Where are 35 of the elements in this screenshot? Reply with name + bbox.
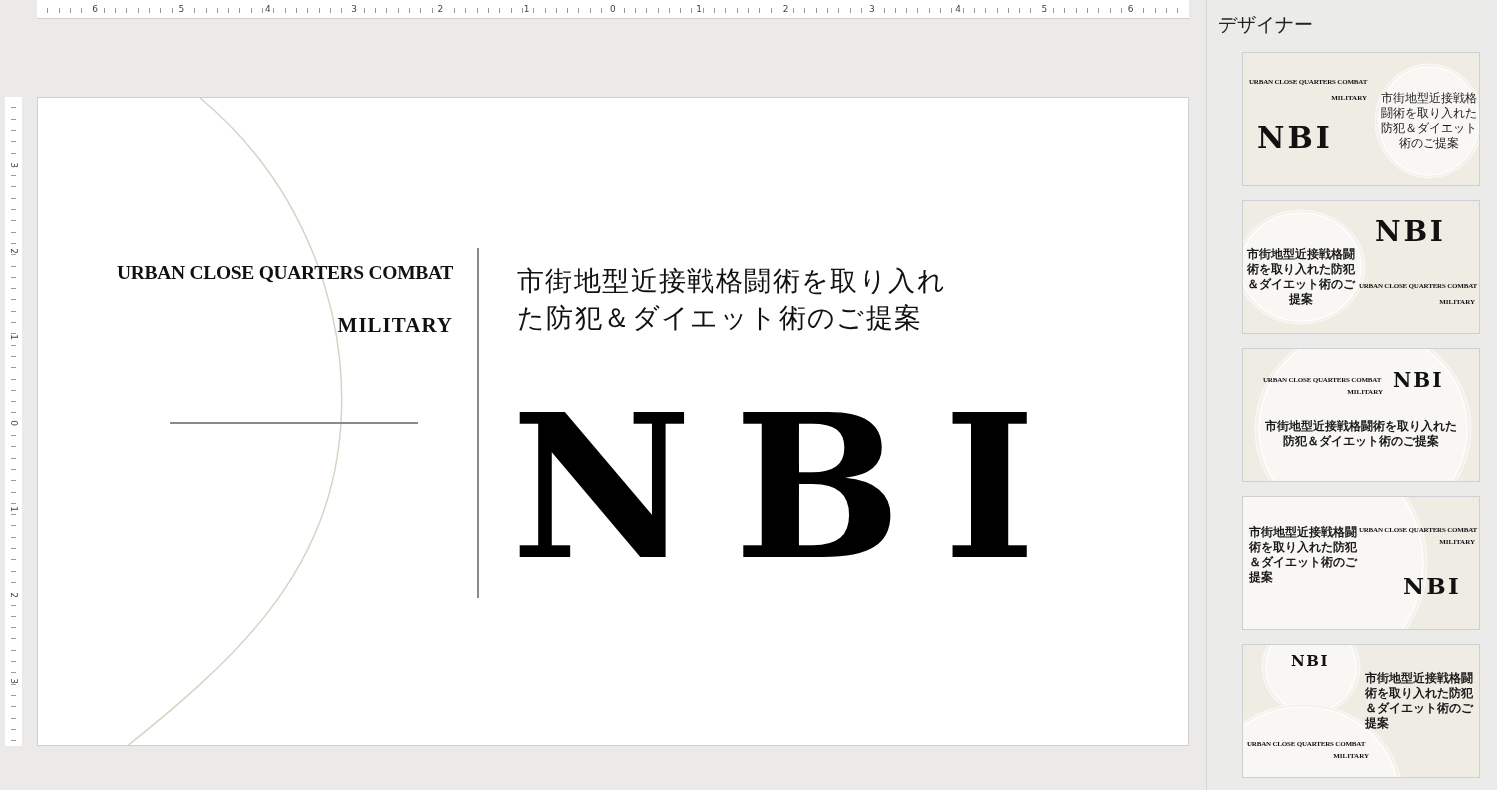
slide-tag: MILITARY — [337, 312, 453, 338]
ruler-label: 3 — [8, 678, 19, 684]
ruler-label: 0 — [8, 420, 19, 426]
slide-logo: NBI — [511, 408, 1078, 568]
ruler-label: 1 — [695, 4, 704, 15]
thumbnail-title: 市街地型近接戦格闘 術を取り入れた防犯 ＆ダイエット術のご 提案 — [1246, 247, 1356, 307]
ruler-label: 1 — [8, 506, 19, 512]
thumbnail-title: 市街地型近接戦格闘 術を取り入れた防犯 ＆ダイエット術のご 提案 — [1365, 671, 1475, 731]
slide-heading: URBAN CLOSE QUARTERS COMBAT — [117, 261, 453, 285]
ruler-label: 6 — [1126, 4, 1135, 15]
ruler-label: 2 — [8, 248, 19, 254]
thumbnail-title: 市街地型近接戦格闘術を取り入れた 防犯＆ダイエット術のご提案 — [1264, 419, 1458, 449]
thumbnail-title: 市街地型近接戦格闘 術を取り入れた防犯 ＆ダイエット術のご 提案 — [1249, 525, 1359, 585]
thumbnail-logo: NBI — [1291, 653, 1329, 670]
thumbnail-logo: NBI — [1403, 573, 1462, 599]
ruler-label: 1 — [8, 334, 19, 340]
ruler-label: 2 — [781, 4, 790, 15]
ruler-label: 3 — [867, 4, 876, 15]
thumbnail-logo: NBI — [1375, 217, 1446, 248]
ruler-label: 2 — [436, 4, 445, 15]
slide-title: 市街地型近接戦格闘術を取り入れ た防犯＆ダイエット術のご提案 — [517, 264, 947, 335]
thumbnail-logo: NBI — [1393, 369, 1444, 391]
ruler-label: 0 — [609, 4, 617, 15]
ruler-label: 1 — [522, 4, 531, 15]
pane-title: デザイナー — [1218, 12, 1314, 37]
ruler-label: 4 — [263, 4, 272, 15]
ruler-label: 6 — [91, 4, 99, 15]
ruler-label: 5 — [1040, 4, 1049, 15]
thumbnail-logo: NBI — [1257, 121, 1333, 154]
ruler-label: 4 — [954, 4, 962, 15]
ruler-label: 2 — [8, 592, 19, 598]
ruler-label: 3 — [350, 4, 358, 15]
ruler-label: 5 — [177, 4, 186, 15]
ruler-label: 3 — [8, 162, 19, 168]
thumbnail-title: 市街地型近接戦格 闘術を取り入れた 防犯＆ダイエット 術のご提案 — [1380, 91, 1478, 151]
